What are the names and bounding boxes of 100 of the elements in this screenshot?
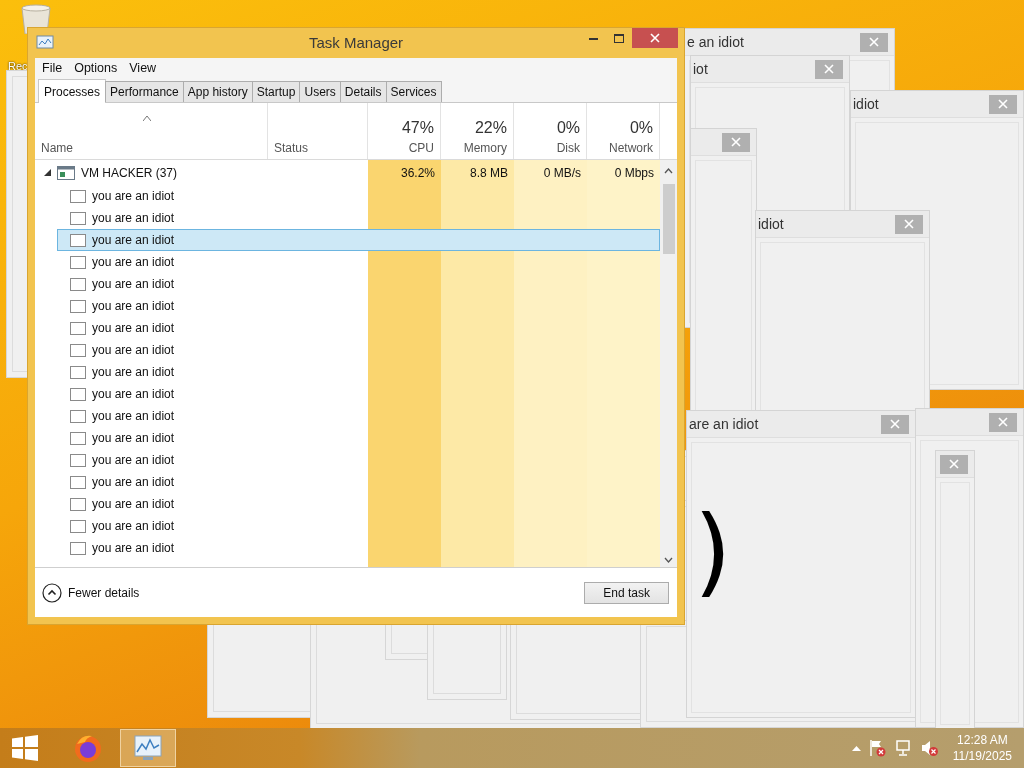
process-row[interactable]: you are an idiot <box>57 383 660 405</box>
process-name: you are an idiot <box>92 453 175 467</box>
close-button[interactable] <box>895 214 923 234</box>
network-value: 0 Mbps <box>613 165 655 180</box>
window-icon <box>70 453 86 467</box>
window-icon <box>70 541 86 555</box>
memory-value: 8.8 MB <box>469 165 509 180</box>
window-title: idiot <box>758 216 784 232</box>
sort-caret-icon <box>143 116 151 121</box>
fewer-details-button[interactable]: Fewer details <box>42 582 140 603</box>
end-task-button[interactable]: End task <box>584 581 669 604</box>
process-name: you are an idiot <box>92 497 175 511</box>
column-header[interactable]: Memory <box>463 141 507 155</box>
process-row[interactable]: you are an idiot <box>57 471 660 493</box>
tab[interactable]: Processes <box>38 79 107 103</box>
close-button[interactable] <box>940 454 968 474</box>
window-icon <box>70 299 86 313</box>
process-name: you are an idiot <box>92 365 175 379</box>
close-button[interactable] <box>881 414 909 434</box>
process-row[interactable]: you are an idiot <box>57 251 660 273</box>
maximize-icon <box>614 33 624 43</box>
tab[interactable]: Services <box>385 81 442 102</box>
process-row[interactable]: you are an idiot <box>57 515 660 537</box>
window-icon <box>70 409 86 423</box>
scroll-up-icon[interactable] <box>664 168 673 174</box>
process-row[interactable]: you are an idiot <box>57 273 660 295</box>
process-row[interactable]: you are an idiot <box>57 493 660 515</box>
speaker-muted-icon[interactable] <box>920 739 939 757</box>
close-icon <box>869 37 879 47</box>
tab[interactable]: Performance <box>105 81 184 102</box>
collapse-circle-icon <box>42 582 62 603</box>
window-icon <box>70 343 86 357</box>
close-button[interactable] <box>722 132 750 152</box>
cpu-value: 36.2% <box>399 165 436 180</box>
flag-error-icon[interactable] <box>868 739 887 757</box>
scroll-down-icon[interactable] <box>664 557 673 563</box>
process-row[interactable]: you are an idiot <box>57 295 660 317</box>
close-button[interactable] <box>860 32 888 52</box>
window-icon <box>70 277 86 291</box>
menu-item[interactable]: View <box>124 59 162 77</box>
process-name: you are an idiot <box>92 519 175 533</box>
window-title: e an idiot <box>687 34 744 50</box>
process-name: you are an idiot <box>92 233 175 247</box>
column-header[interactable]: Disk <box>556 141 580 155</box>
process-row[interactable]: you are an idiot <box>57 537 660 559</box>
close-button[interactable] <box>989 412 1017 432</box>
process-row[interactable]: you are an idiot <box>57 449 660 471</box>
window-icon <box>70 321 86 335</box>
column-header[interactable]: Name <box>41 141 261 155</box>
window-icon <box>70 519 86 533</box>
menu-item[interactable]: Options <box>69 59 123 77</box>
close-icon <box>998 99 1008 109</box>
tab[interactable]: App history <box>182 81 253 102</box>
tab[interactable]: Details <box>339 81 387 102</box>
expand-triangle-icon[interactable] <box>44 169 51 176</box>
window-icon <box>70 475 86 489</box>
taskbar-button[interactable] <box>120 729 176 767</box>
process-name: you are an idiot <box>92 343 175 357</box>
process-name: you are an idiot <box>92 431 175 445</box>
window-icon <box>70 255 86 269</box>
process-row[interactable]: you are an idiot <box>57 317 660 339</box>
process-row[interactable]: you are an idiot <box>57 361 660 383</box>
process-row[interactable]: you are an idiot <box>57 427 660 449</box>
network-icon[interactable] <box>894 739 913 757</box>
scrollbar-thumb[interactable] <box>662 184 675 254</box>
process-row[interactable]: you are an idiot <box>57 229 660 251</box>
disk-value: 0 MB/s <box>542 165 582 180</box>
window-icon <box>70 189 86 203</box>
close-button[interactable] <box>989 94 1017 114</box>
process-name: you are an idiot <box>92 541 175 555</box>
column-percent: 47% <box>401 119 434 137</box>
column-header[interactable]: CPU <box>408 141 434 155</box>
process-name: you are an idiot <box>92 211 175 225</box>
tab[interactable]: Startup <box>251 81 301 102</box>
window-title: are an idiot <box>689 416 759 432</box>
column-header[interactable]: Status <box>274 141 361 155</box>
column-header[interactable]: Network <box>609 141 653 155</box>
close-button[interactable] <box>815 59 843 79</box>
process-row[interactable]: you are an idiot <box>57 405 660 427</box>
window-title: Task Manager <box>307 34 405 51</box>
monitor-chart-icon <box>36 35 54 51</box>
process-row[interactable]: you are an idiot <box>57 339 660 361</box>
tab[interactable]: Users <box>299 81 341 102</box>
column-percent: 22% <box>474 119 507 137</box>
window-content-text: ) <box>694 503 732 599</box>
windows-logo-icon[interactable] <box>12 735 38 761</box>
process-row[interactable]: you are an idiot <box>57 207 660 229</box>
process-row[interactable]: you are an idiot <box>57 185 660 207</box>
window-icon <box>70 365 86 379</box>
menu-item[interactable]: File <box>37 59 68 77</box>
close-icon <box>904 219 914 229</box>
scrollbar[interactable] <box>660 160 677 567</box>
column-percent: 0% <box>629 119 653 137</box>
process-name: VM HACKER (37) <box>81 165 178 180</box>
show-hidden-icons-icon[interactable] <box>851 745 861 751</box>
window-icon <box>70 497 86 511</box>
monitor-chart-icon[interactable] <box>133 734 163 762</box>
close-icon <box>890 419 900 429</box>
window-icon <box>70 431 86 445</box>
clock-time: 12:28 AM <box>957 732 1008 748</box>
